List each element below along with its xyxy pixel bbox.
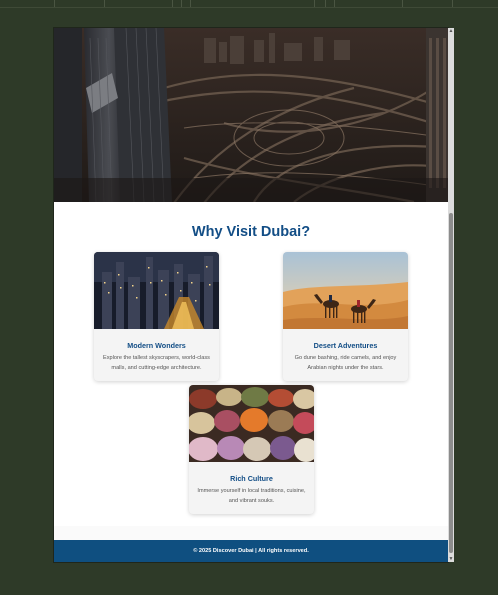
city-skyline-night-image bbox=[94, 252, 219, 329]
browser-top-strip bbox=[0, 0, 498, 8]
vertical-scrollbar[interactable]: ▲ ▼ bbox=[448, 28, 454, 562]
page-footer: © 2025 Discover Dubai | All rights reser… bbox=[54, 540, 448, 562]
card-description: Explore the tallest skyscrapers, world-c… bbox=[103, 355, 210, 371]
card-modern-wonders: Modern Wonders Explore the tallest skysc… bbox=[94, 252, 219, 381]
hero-image bbox=[54, 28, 448, 202]
souk-spices-image bbox=[189, 385, 314, 462]
scrollbar-thumb[interactable] bbox=[449, 213, 453, 553]
card-desert-adventures: Desert Adventures Go dune bashing, ride … bbox=[283, 252, 408, 381]
desert-camels-image bbox=[283, 252, 408, 329]
card-rich-culture: Rich Culture Immerse yourself in local t… bbox=[189, 385, 314, 514]
page-viewport: Why Visit Dubai? Modern Wonders Explore … bbox=[54, 28, 448, 562]
card-description: Go dune bashing, ride camels, and enjoy … bbox=[294, 355, 397, 371]
card-title: Rich Culture bbox=[230, 474, 273, 483]
scroll-up-arrow-icon[interactable]: ▲ bbox=[448, 28, 454, 34]
scroll-down-arrow-icon[interactable]: ▼ bbox=[448, 556, 454, 562]
footer-spacer bbox=[54, 526, 448, 540]
section-title: Why Visit Dubai? bbox=[191, 224, 311, 240]
card-title: Modern Wonders bbox=[127, 341, 186, 350]
card-description: Immerse yourself in local traditions, cu… bbox=[197, 488, 306, 504]
card-title: Desert Adventures bbox=[313, 341, 378, 350]
